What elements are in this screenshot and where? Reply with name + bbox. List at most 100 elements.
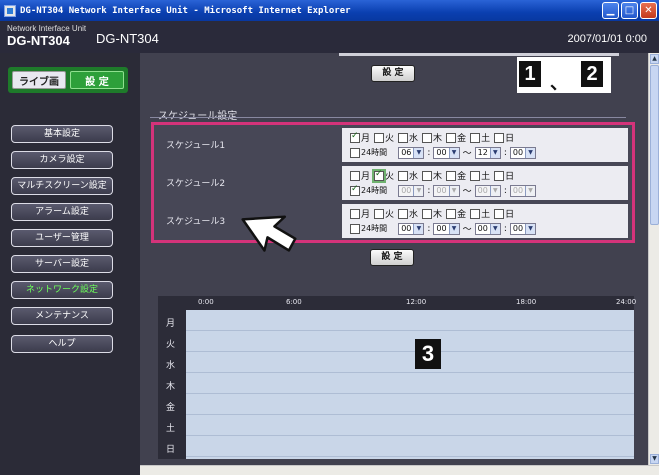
dropdown-arrow-icon[interactable]: ▼ [489,223,500,234]
day-checkbox-item[interactable]: 金 [446,169,466,182]
day-checkbox-item[interactable]: 火 [374,131,394,144]
start-minute-select[interactable]: 00 ▼ [433,184,460,197]
day-checkbox[interactable] [470,208,481,219]
day-checkbox-item[interactable]: 月 [350,207,370,220]
set-button-bottom[interactable]: 設 定 [370,249,414,266]
timeline-day-label: 水 [166,361,176,371]
day-checkbox[interactable] [422,208,433,219]
day-checkbox[interactable] [422,132,433,143]
day-checkbox-item[interactable]: 金 [446,207,466,220]
day-checkbox[interactable] [350,131,360,143]
menu-item-6[interactable]: ネットワーク設定 [11,281,113,299]
dropdown-arrow-icon[interactable]: ▼ [489,147,500,158]
dropdown-arrow-icon[interactable]: ▼ [448,223,459,234]
end-minute-select[interactable]: 00 ▼ [509,146,537,159]
day-checkbox-item[interactable]: 日 [494,169,514,182]
menu-item-7[interactable]: メンテナンス [11,307,113,325]
24h-checkbox[interactable] [350,147,360,158]
24h-checkbox[interactable] [350,223,360,234]
day-checkbox[interactable] [372,168,387,183]
day-checkbox-item[interactable]: 金 [446,131,466,144]
scroll-down-icon[interactable]: ▼ [650,454,659,464]
set-button-top[interactable]: 設 定 [371,65,415,82]
end-minute-select[interactable]: 00 ▼ [509,222,537,235]
end-hour-select[interactable]: 00 ▼ [474,184,501,197]
timeline-day-label: 金 [166,403,176,413]
day-checkbox-item[interactable]: 水 [398,169,418,182]
dropdown-arrow-icon[interactable]: ▼ [448,147,459,158]
day-checkbox[interactable] [350,170,360,181]
live-mode-button[interactable]: ライブ画 [12,71,66,89]
timeline-day-label: 日 [166,445,176,455]
start-hour-select[interactable]: 00 ▼ [398,222,425,235]
day-checkbox-item[interactable]: 木 [422,169,442,182]
dropdown-arrow-icon[interactable]: ▼ [413,185,424,196]
menu-item-5[interactable]: サーバー設定 [11,255,113,273]
scroll-thumb[interactable] [650,65,659,225]
day-checkbox[interactable] [422,170,433,181]
day-checkbox-item[interactable]: 日 [494,207,514,220]
day-checkbox[interactable] [398,132,409,143]
day-checkbox[interactable] [470,132,481,143]
dropdown-arrow-icon[interactable]: ▼ [525,223,536,234]
day-checkbox[interactable] [398,208,409,219]
minimize-button[interactable]: ▁ [602,2,619,19]
start-hour-select[interactable]: 00 ▼ [398,184,425,197]
start-minute-select[interactable]: 00 ▼ [433,146,460,159]
day-checkbox[interactable] [494,170,505,181]
start-hour-select[interactable]: 06 ▼ [398,146,425,159]
end-hour-select[interactable]: 12 ▼ [474,146,501,159]
24h-label: 24時間 [361,186,388,195]
day-checkbox[interactable] [374,208,385,219]
24h-option[interactable]: 24時間 [350,147,387,158]
dropdown-arrow-icon[interactable]: ▼ [413,223,424,234]
day-checkbox-item[interactable]: 火 [372,168,394,183]
day-checkbox[interactable] [494,132,505,143]
time-colon: : [503,223,507,234]
start-minute-select[interactable]: 00 ▼ [433,222,460,235]
time-colon: : [503,147,507,158]
horizontal-scrollbar[interactable] [140,465,659,475]
24h-option[interactable]: 24時間 [350,223,387,234]
setup-mode-button[interactable]: 設 定 [70,71,124,89]
vertical-scrollbar[interactable]: ▲ ▼ [648,53,659,465]
dropdown-arrow-icon[interactable]: ▼ [525,147,536,158]
day-checkbox[interactable] [494,208,505,219]
menu-item-4[interactable]: ユーザー管理 [11,229,113,247]
24h-option[interactable]: 24時間 [350,184,388,196]
end-hour-select[interactable]: 00 ▼ [474,222,501,235]
day-checkbox-item[interactable]: 月 [350,169,370,182]
menu-item-8[interactable]: ヘルプ [11,335,113,353]
end-minute-select[interactable]: 00 ▼ [509,184,537,197]
day-checkbox[interactable] [374,132,385,143]
dropdown-arrow-icon[interactable]: ▼ [413,147,424,158]
day-checkbox[interactable] [446,132,457,143]
menu-item-2[interactable]: マルチスクリーン設定 [11,177,113,195]
day-checkbox[interactable] [398,170,409,181]
day-checkbox[interactable] [446,208,457,219]
scroll-up-icon[interactable]: ▲ [650,54,659,64]
timeline-day-labels: 月火水木金土日 [158,310,186,459]
day-checkbox[interactable] [350,208,360,219]
day-checkbox-item[interactable]: 月 [350,131,370,144]
day-checkbox-item[interactable]: 日 [494,131,514,144]
day-checkbox-item[interactable]: 水 [398,207,418,220]
dropdown-arrow-icon[interactable]: ▼ [525,185,536,196]
dropdown-arrow-icon[interactable]: ▼ [448,185,459,196]
maximize-button[interactable]: □ [621,2,638,19]
day-checkbox-item[interactable]: 木 [422,207,442,220]
day-checkbox-item[interactable]: 火 [374,207,394,220]
day-checkbox[interactable] [470,170,481,181]
day-checkbox[interactable] [446,170,457,181]
day-checkbox-item[interactable]: 木 [422,131,442,144]
menu-item-3[interactable]: アラーム設定 [11,203,113,221]
close-button[interactable]: ✕ [640,2,657,19]
24h-checkbox[interactable] [350,184,360,196]
menu-item-1[interactable]: カメラ設定 [11,151,113,169]
dropdown-arrow-icon[interactable]: ▼ [489,185,500,196]
day-checkbox-item[interactable]: 土 [470,169,490,182]
day-checkbox-item[interactable]: 土 [470,131,490,144]
menu-item-0[interactable]: 基本設定 [11,125,113,143]
day-checkbox-item[interactable]: 水 [398,131,418,144]
day-checkbox-item[interactable]: 土 [470,207,490,220]
